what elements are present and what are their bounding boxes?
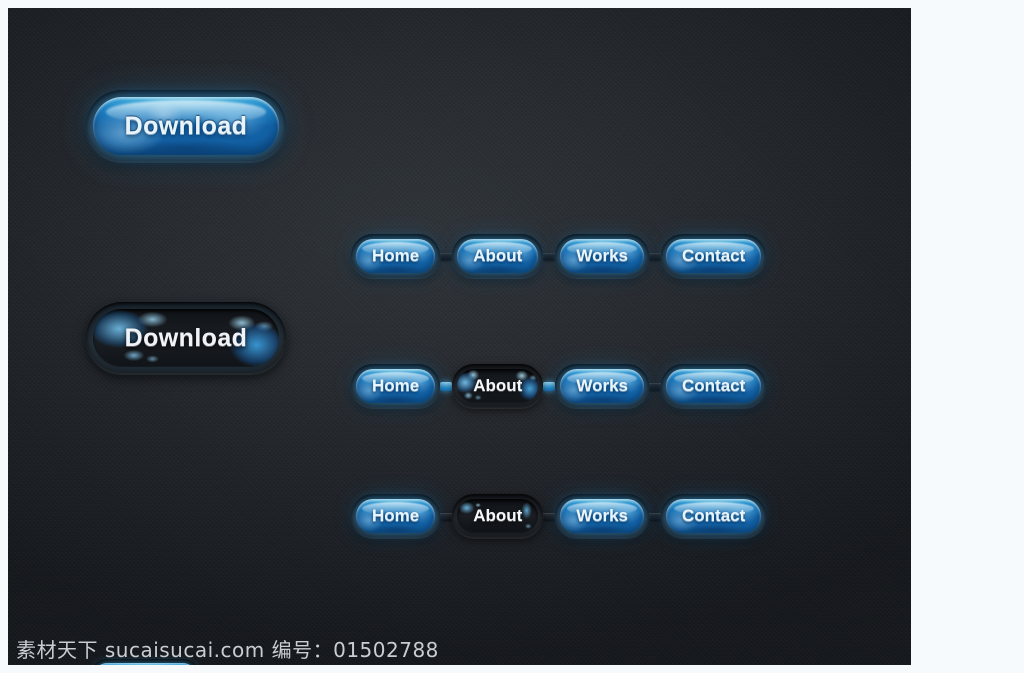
nav-connector [440, 252, 453, 260]
nav-item-works[interactable]: Works [555, 364, 649, 408]
nav-label: Works [576, 506, 628, 525]
nav-connector-wet [440, 381, 453, 391]
nav-item-about[interactable]: About [452, 364, 544, 408]
nav-connector [648, 512, 661, 520]
nav-row-all-filled: Home About Works Contact [351, 234, 911, 278]
nav-label: About [473, 376, 523, 395]
site-watermark: 素材天下 sucaisucai.com 编号：01502788 [16, 638, 439, 662]
download-button-frame: Download [86, 302, 286, 374]
nav-label: Contact [681, 246, 746, 265]
nav-pill-surface: Works [560, 369, 644, 403]
nav-pill-surface: Contact [665, 239, 762, 273]
nav-label: Home [372, 376, 420, 395]
nav-item-about[interactable]: About [452, 234, 544, 278]
nav-label: Contact [681, 506, 746, 525]
nav-label: Works [576, 376, 628, 395]
toggle-track-fill [94, 663, 196, 665]
nav-label: Home [372, 246, 420, 265]
nav-connector-wet [543, 381, 556, 391]
nav-row-about-splash: Home About Works Contact [351, 364, 911, 408]
nav-pill-surface: Works [560, 499, 644, 533]
download-button-label: Download [124, 111, 248, 140]
nav-label: Contact [681, 376, 746, 395]
nav-item-home[interactable]: Home [351, 364, 441, 408]
nav-pill-surface: Home [356, 369, 436, 403]
nav-label: Home [372, 506, 420, 525]
nav-item-home[interactable]: Home [351, 234, 441, 278]
nav-connector [543, 512, 556, 520]
nav-pill-surface: Contact [665, 369, 762, 403]
nav-pill-surface: Home [356, 499, 436, 533]
nav-pill-quiet-surface: About [457, 499, 539, 533]
download-button-filled[interactable]: Download [86, 90, 911, 162]
nav-pill-surface: Home [356, 239, 436, 273]
nav-item-contact[interactable]: Contact [660, 494, 767, 538]
nav-connector [543, 252, 556, 260]
nav-item-about[interactable]: About [452, 494, 544, 538]
nav-connector [648, 252, 661, 260]
nav-item-contact[interactable]: Contact [660, 364, 767, 408]
nav-label: About [473, 246, 523, 265]
nav-pill-surface: Works [560, 239, 644, 273]
nav-pill-splash-surface: About [457, 369, 539, 403]
nav-connector [440, 512, 453, 520]
ui-kit-canvas: Download Download Home About Works Conta… [8, 8, 911, 665]
nav-item-works[interactable]: Works [555, 234, 649, 278]
nav-row-about-quiet: Home About Works Contact [351, 494, 911, 538]
nav-pill-surface: Contact [665, 499, 762, 533]
nav-item-contact[interactable]: Contact [660, 234, 767, 278]
nav-item-works[interactable]: Works [555, 494, 649, 538]
nav-pill-surface: About [457, 239, 539, 273]
nav-label: About [473, 506, 523, 525]
nav-connector [648, 382, 661, 390]
nav-label: Works [576, 246, 628, 265]
download-button-label: Download [124, 323, 248, 352]
download-button-frame: Download [86, 90, 286, 162]
nav-item-home[interactable]: Home [351, 494, 441, 538]
